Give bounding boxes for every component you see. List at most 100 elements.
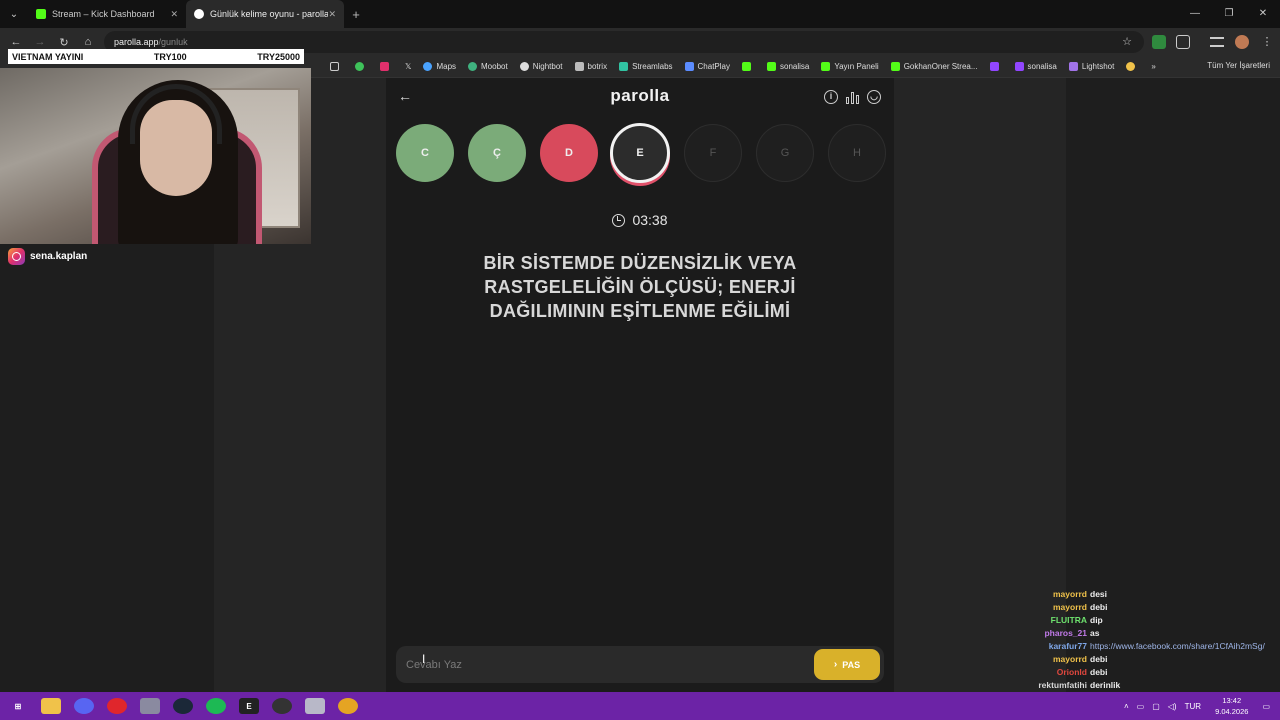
bookmark-streamlabs[interactable]: Streamlabs: [619, 62, 673, 71]
chat-text: debi: [1090, 654, 1108, 664]
tab-title: Stream – Kick Dashboard: [52, 9, 155, 19]
screen: ⌄ Stream – Kick Dashboard ✕ Günlük kelim…: [0, 0, 1280, 720]
bookmark-label: Streamlabs: [632, 62, 673, 71]
x-icon[interactable]: 𝕏: [405, 62, 411, 71]
letter-char: G: [780, 147, 790, 159]
all-bookmarks[interactable]: Tüm Yer İşaretleri: [1207, 61, 1270, 70]
letter-char: Ç: [493, 147, 501, 159]
taskbar-clock[interactable]: 13:42 9.04.2026: [1215, 695, 1248, 717]
more-bookmarks-icon[interactable]: »: [1151, 62, 1155, 71]
reload-icon[interactable]: ↻: [52, 36, 76, 49]
back-icon[interactable]: ←: [4, 36, 28, 48]
media-icon[interactable]: [1210, 37, 1224, 47]
bookmark-label: sonalisa: [780, 62, 810, 71]
app-icon[interactable]: [140, 698, 160, 714]
stats-icon[interactable]: [846, 91, 860, 104]
bookmark-label: botrix: [587, 62, 608, 71]
tab-search-icon[interactable]: ⌄: [0, 9, 28, 20]
chat-username[interactable]: mayorrd: [1030, 601, 1090, 614]
bookmark-moobot[interactable]: Moobot: [468, 62, 508, 71]
chat-message: rektumfatihi derinlik: [1030, 679, 1280, 692]
close-icon[interactable]: ✕: [170, 9, 178, 20]
spotify-icon[interactable]: [206, 698, 226, 714]
network-icon[interactable]: ▭: [1137, 702, 1145, 711]
bookmark-gokhanoner[interactable]: GokhanOner Strea...: [890, 62, 978, 71]
donation-goal-bar: VIETNAM YAYINI TRY100 TRY25000: [8, 49, 304, 64]
close-window-button[interactable]: ✕: [1246, 0, 1280, 28]
restore-button[interactable]: ❐: [1212, 0, 1246, 28]
chat-username[interactable]: FLUITRA: [1030, 614, 1090, 627]
profile-icon[interactable]: ◡: [867, 90, 881, 104]
tab-kick-dashboard[interactable]: Stream – Kick Dashboard ✕: [28, 0, 186, 28]
letter-char: H: [853, 147, 861, 159]
forward-icon[interactable]: →: [28, 36, 52, 48]
letter-bubble-current: E: [610, 123, 670, 183]
minimize-button[interactable]: —: [1178, 0, 1212, 28]
opera-icon[interactable]: [107, 698, 127, 714]
instagram-username: sena.kaplan: [30, 251, 88, 262]
clock-date: 9.04.2026: [1215, 707, 1249, 716]
chat-username[interactable]: mayorrd: [1030, 653, 1090, 666]
bookmark-yayin-paneli[interactable]: Yayın Paneli: [821, 62, 879, 71]
bookmark-folder-icon[interactable]: [330, 62, 343, 71]
notification-icon[interactable]: ▭: [1262, 702, 1270, 711]
chat-username[interactable]: rektumfatihi: [1030, 679, 1090, 692]
instagram-bookmark-icon[interactable]: [380, 62, 393, 71]
timer-value: 03:38: [632, 212, 668, 228]
instagram-handle: sena.kaplan: [8, 248, 87, 265]
letter-char: C: [421, 147, 429, 159]
chat-text: debi: [1090, 602, 1108, 612]
file-explorer-icon[interactable]: [41, 698, 61, 714]
chrome-icon[interactable]: [338, 698, 358, 714]
bookmark-lightshot[interactable]: Lightshot: [1068, 62, 1114, 71]
kick-icon: [36, 9, 46, 19]
volume-icon[interactable]: ◁): [1168, 702, 1177, 711]
display-icon[interactable]: ▢: [1152, 702, 1160, 711]
obs-icon[interactable]: [272, 698, 292, 714]
bookmark-maps[interactable]: Maps: [423, 62, 456, 71]
steam-icon[interactable]: [173, 698, 193, 714]
bookmark-label: Maps: [436, 62, 457, 71]
home-icon[interactable]: ⌂: [76, 36, 100, 48]
menu-icon[interactable]: ⋮: [1260, 35, 1274, 49]
bookmark-twitch[interactable]: [989, 62, 1003, 71]
answer-input[interactable]: [406, 655, 786, 675]
bookmark-chatplay[interactable]: ChatPlay: [684, 62, 730, 71]
new-tab-button[interactable]: +: [344, 7, 368, 22]
tab-title: Günlük kelime oyunu - parolla: [210, 9, 329, 19]
chat-username[interactable]: mayorrd: [1030, 588, 1090, 601]
bookmark-sonalisa-twitch[interactable]: sonalisa: [1014, 62, 1057, 71]
bookmark-botrix[interactable]: botrix: [574, 62, 608, 71]
chat-message: mayorrd desi: [1030, 588, 1280, 601]
language-indicator[interactable]: TUR: [1185, 702, 1201, 711]
chevron-up-icon[interactable]: ˄: [1124, 702, 1129, 711]
start-icon[interactable]: ⊞: [8, 698, 28, 714]
bookmark-kick[interactable]: [742, 62, 755, 71]
chat-link[interactable]: https://www.facebook.com/share/1CfAih2mS…: [1090, 640, 1280, 653]
app-icon[interactable]: [305, 698, 325, 714]
letter-bubble: D: [540, 124, 598, 182]
bookmark-nightbot[interactable]: Nightbot: [519, 62, 563, 71]
close-icon[interactable]: ✕: [328, 9, 336, 20]
chat-username[interactable]: karafur77: [1030, 640, 1090, 653]
profile-avatar[interactable]: [1235, 35, 1249, 49]
chat-text: desi: [1090, 589, 1108, 599]
bookmark-sonalisa[interactable]: sonalisa: [767, 62, 809, 71]
chat-username[interactable]: OrionId: [1030, 666, 1090, 679]
bookmark-label: Moobot: [481, 62, 508, 71]
extension-icon[interactable]: [1152, 35, 1166, 49]
pass-button[interactable]: › PAS: [814, 649, 880, 680]
bookmark-label: sonalisa: [1027, 62, 1057, 71]
extensions-puzzle-icon[interactable]: [1176, 35, 1190, 49]
discord-icon[interactable]: [74, 698, 94, 714]
letter-bubble: H: [828, 124, 886, 182]
whatsapp-icon[interactable]: [355, 62, 368, 71]
bookmark-star-icon[interactable]: ☆: [1122, 35, 1132, 48]
epic-games-icon[interactable]: E: [239, 698, 259, 714]
info-icon[interactable]: i: [824, 90, 838, 104]
bookmark-label: Nightbot: [532, 62, 563, 71]
chat-username[interactable]: pharos_21: [1030, 627, 1090, 640]
tab-parolla[interactable]: Günlük kelime oyunu - parolla ✕: [186, 0, 344, 28]
letter-bubble: G: [756, 124, 814, 182]
emoji-bookmark-icon[interactable]: [1126, 62, 1139, 71]
